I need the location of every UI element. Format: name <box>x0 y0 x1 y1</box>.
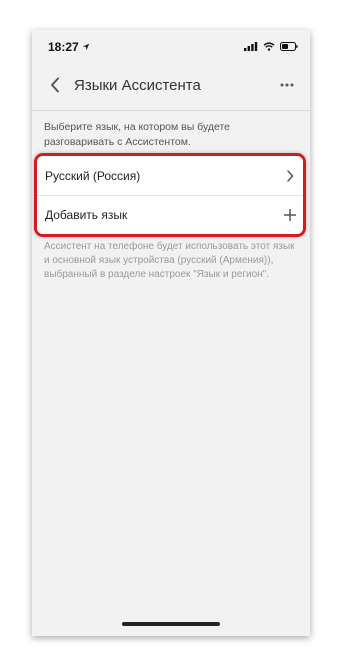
more-horizontal-icon[interactable] <box>276 74 298 96</box>
battery-icon <box>280 38 298 56</box>
plus-icon <box>283 208 297 222</box>
intro-text: Выберите язык, на котором вы будете разг… <box>44 121 231 148</box>
language-list-highlight: Русский (Россия) Добавить язык <box>34 153 306 237</box>
signal-icon <box>244 38 258 56</box>
chevron-left-icon[interactable] <box>44 74 66 96</box>
add-language-label: Добавить язык <box>45 208 128 222</box>
app-bar: Языки Ассистента <box>32 64 310 106</box>
header-divider <box>32 110 310 111</box>
wifi-icon <box>263 38 275 56</box>
status-time: 18:27 <box>48 40 79 54</box>
status-icons <box>244 38 298 56</box>
status-bar: 18:27 <box>32 30 310 64</box>
page-title: Языки Ассистента <box>74 76 201 94</box>
status-time-group: 18:27 <box>48 40 90 54</box>
phone-screen: 18:27 Языки Ассистента Выберите язык, на… <box>32 30 310 636</box>
add-language-button[interactable]: Добавить язык <box>37 195 303 234</box>
language-label: Русский (Россия) <box>45 168 141 183</box>
language-item-russian[interactable]: Русский (Россия) <box>37 156 303 195</box>
location-arrow-icon <box>82 40 90 54</box>
chevron-right-icon <box>283 169 297 183</box>
home-indicator <box>122 622 220 626</box>
footer-note: Ассистент на телефоне будет использовать… <box>44 241 295 280</box>
